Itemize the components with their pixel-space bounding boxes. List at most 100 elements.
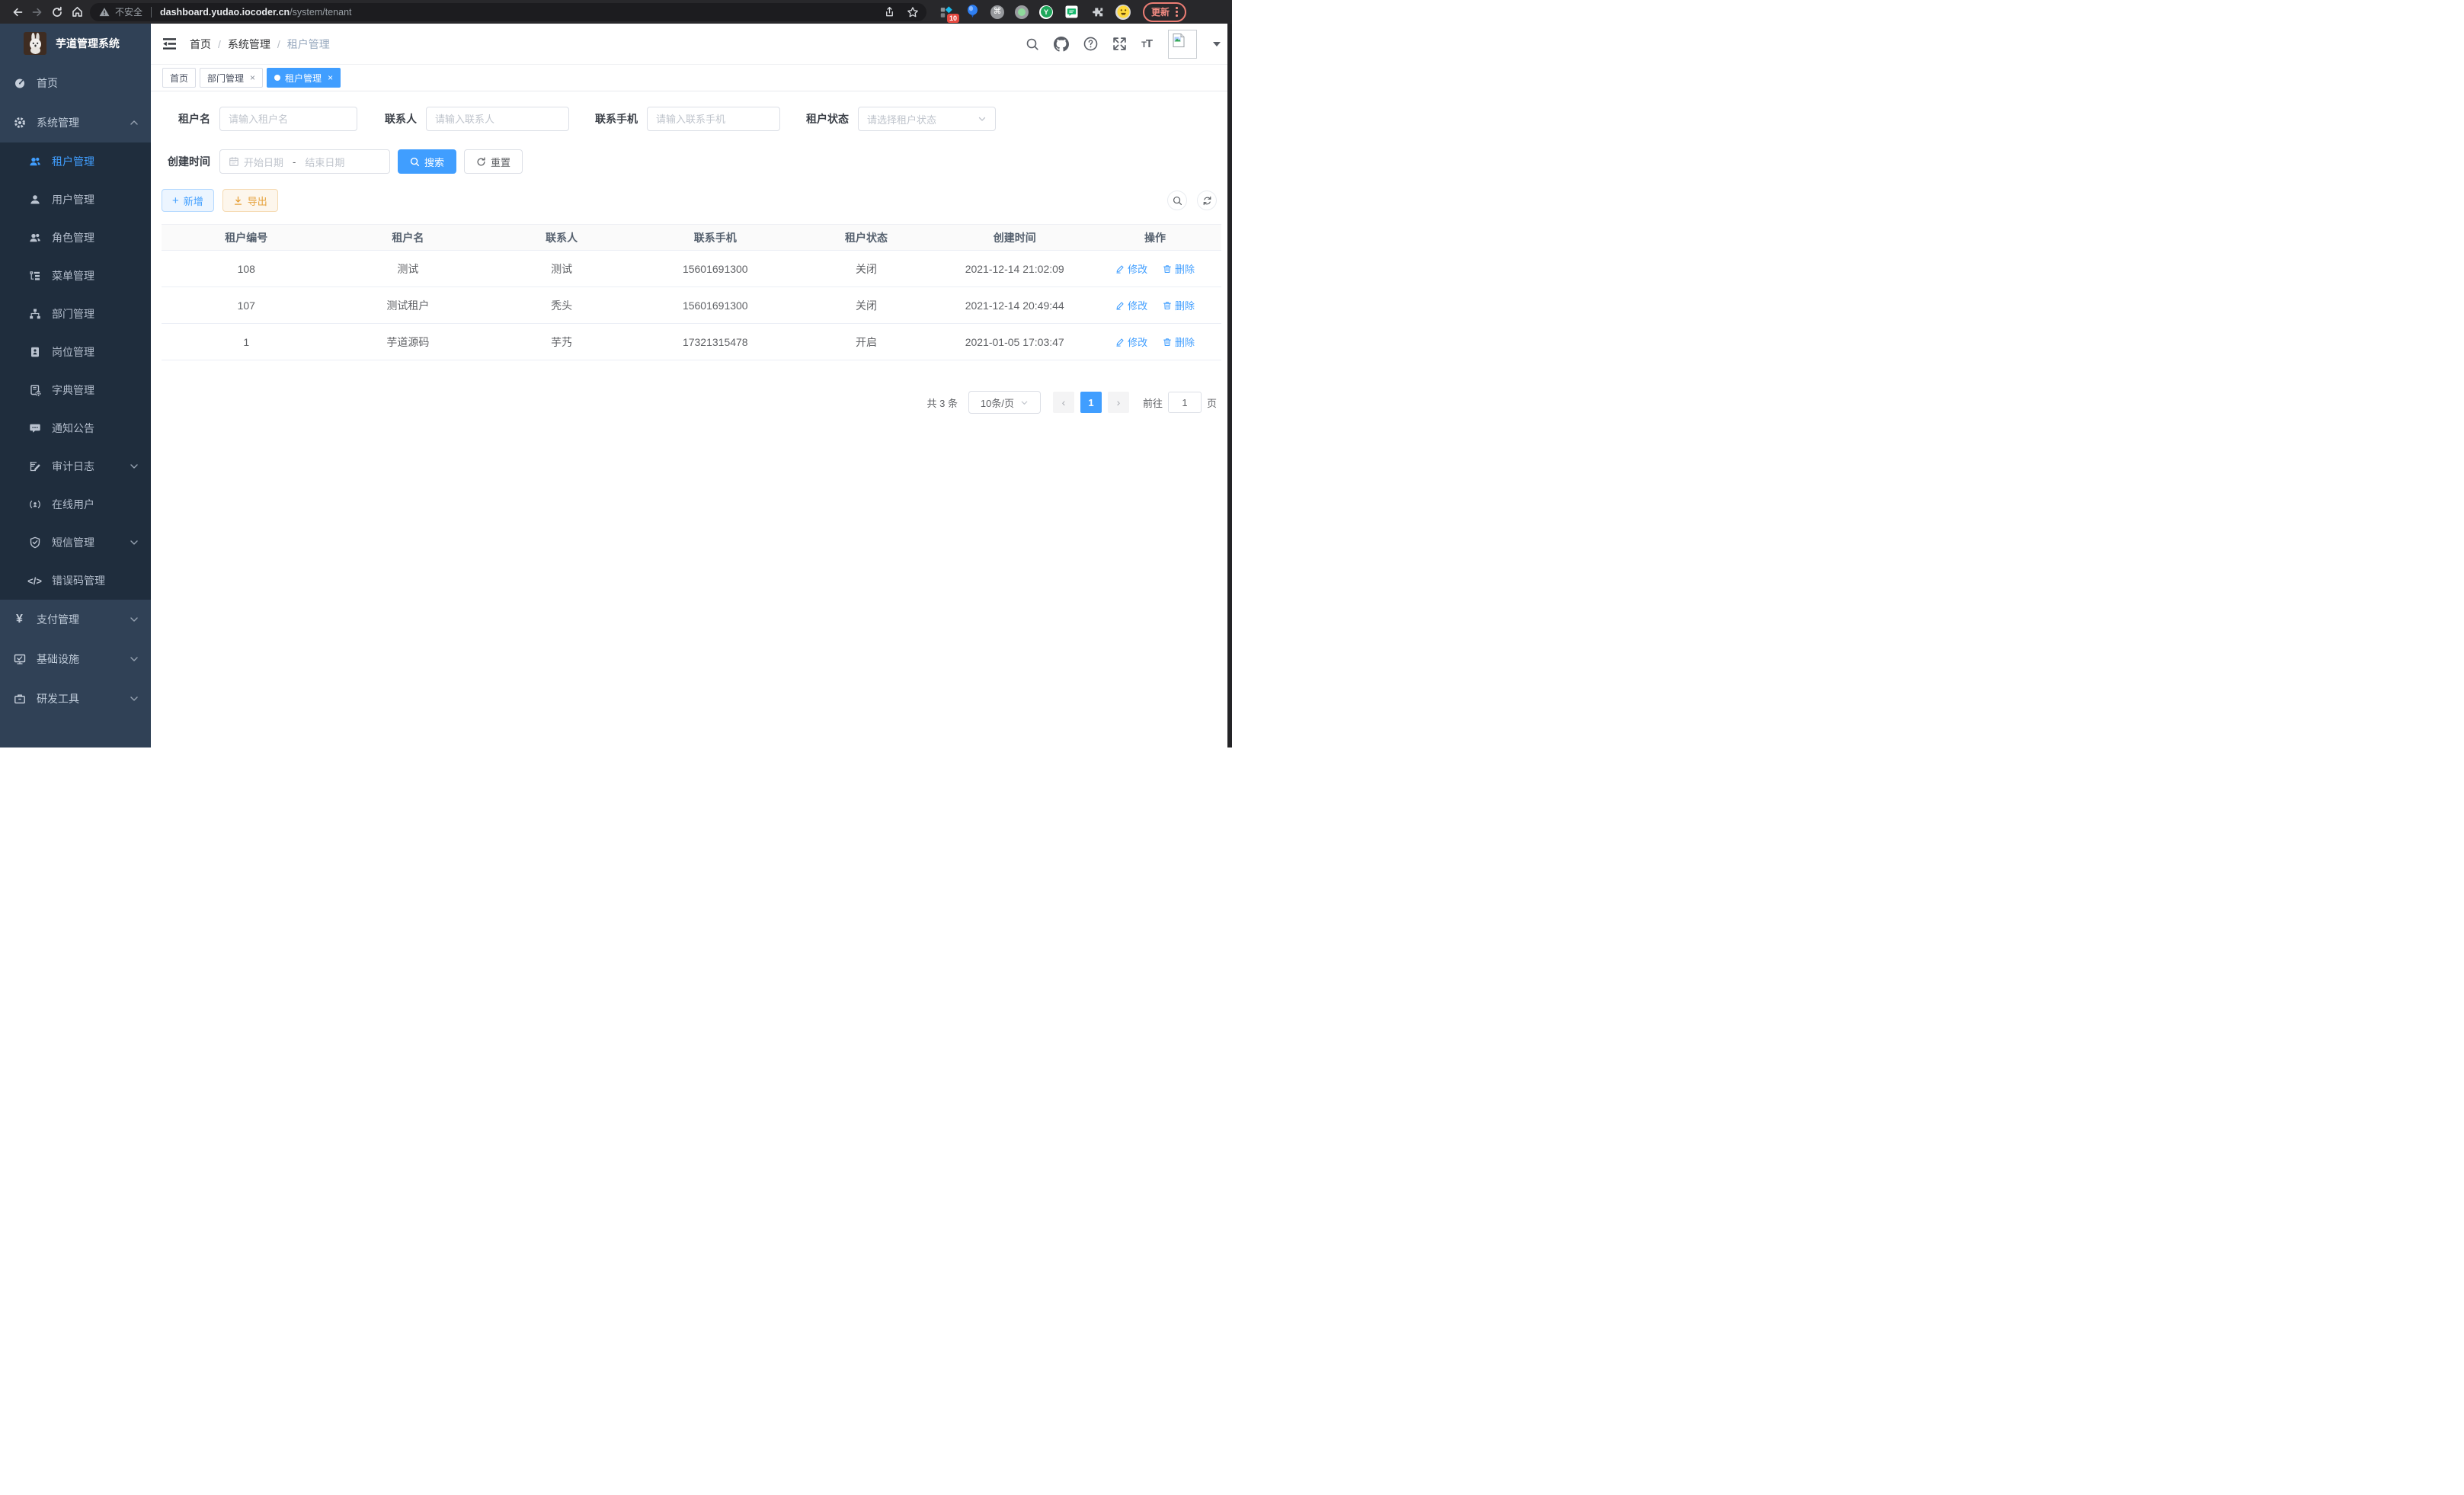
sidebar-item-label: 错误码管理 (52, 573, 105, 588)
trash-icon (1163, 301, 1172, 310)
next-page-button[interactable]: › (1108, 392, 1129, 413)
contact-field[interactable] (426, 107, 569, 131)
sidebar-item-audit-log[interactable]: 审计日志 (0, 447, 151, 485)
tab-home[interactable]: 首页 (162, 68, 196, 88)
sidebar-item-notice[interactable]: 通知公告 (0, 409, 151, 447)
sidebar-collapse-icon[interactable] (162, 37, 177, 50)
sidebar-item-home[interactable]: 首页 (0, 63, 151, 103)
sidebar-item-dev-tools[interactable]: 研发工具 (0, 679, 151, 719)
contact-label: 联系人 (380, 111, 417, 126)
browser-home-button[interactable] (67, 2, 87, 22)
sidebar-item-menu[interactable]: 菜单管理 (0, 257, 151, 295)
breadcrumb-system[interactable]: 系统管理 (228, 37, 270, 52)
extension-grid-icon[interactable]: 10 (939, 5, 954, 20)
sidebar-item-sms[interactable]: 短信管理 (0, 523, 151, 562)
security-label[interactable]: 不安全 (115, 5, 142, 18)
browser-menu-icon[interactable] (1176, 7, 1178, 17)
sidebar-item-dept[interactable]: 部门管理 (0, 295, 151, 333)
font-size-icon[interactable]: TT (1141, 37, 1152, 50)
sidebar-item-online-users[interactable]: 在线用户 (0, 485, 151, 523)
share-button[interactable] (880, 3, 898, 21)
start-date-placeholder[interactable]: 开始日期 (244, 155, 283, 169)
sidebar-item-role[interactable]: 角色管理 (0, 219, 151, 257)
search-button[interactable]: 搜索 (398, 149, 456, 174)
sidebar-item-error-code[interactable]: </> 错误码管理 (0, 562, 151, 600)
extension-chat-icon[interactable] (1064, 5, 1079, 20)
page-size-select[interactable]: 10条/页 (968, 391, 1041, 414)
table-toolbar: + 新增 导出 (162, 189, 1221, 212)
url-bar[interactable]: 不安全 dashboard.yudao.iocoder.cn/system/te… (90, 3, 926, 21)
page-number-1[interactable]: 1 (1080, 392, 1102, 413)
navbar-actions: TT (1026, 30, 1221, 59)
sidebar-item-post[interactable]: 岗位管理 (0, 333, 151, 371)
sidebar-item-payment[interactable]: ¥ 支付管理 (0, 600, 151, 639)
sidebar-item-dict[interactable]: 字典管理 (0, 371, 151, 409)
user-avatar[interactable] (1168, 30, 1197, 59)
toggle-search-button[interactable] (1167, 190, 1187, 210)
browser-scrollbar[interactable] (1227, 24, 1232, 748)
prev-page-button[interactable]: ‹ (1053, 392, 1074, 413)
contact-input[interactable] (435, 114, 560, 125)
edit-label: 修改 (1128, 261, 1147, 276)
header-search-icon[interactable] (1026, 37, 1039, 51)
not-secure-warning-icon[interactable] (99, 7, 110, 17)
mobile-field[interactable] (647, 107, 780, 131)
delete-link[interactable]: 删除 (1163, 261, 1195, 276)
edit-link[interactable]: 修改 (1115, 335, 1147, 349)
profile-avatar-emoji[interactable] (1115, 5, 1131, 20)
sidebar-item-system[interactable]: 系统管理 (0, 103, 151, 142)
date-range-picker[interactable]: 开始日期 - 结束日期 (219, 149, 390, 174)
bookmark-star-button[interactable] (904, 3, 922, 21)
edit-link[interactable]: 修改 (1115, 261, 1147, 276)
breadcrumb: 首页 / 系统管理 / 租户管理 (190, 37, 330, 52)
cell-created: 2021-12-14 20:49:44 (940, 287, 1089, 324)
delete-link[interactable]: 删除 (1163, 298, 1195, 312)
github-icon[interactable] (1054, 37, 1069, 52)
browser-forward-button[interactable] (27, 2, 47, 22)
browser-reload-button[interactable] (47, 2, 67, 22)
date-range-separator: - (288, 156, 300, 168)
tab-dept[interactable]: 部门管理 × (200, 68, 263, 88)
extensions-puzzle-icon[interactable] (1090, 5, 1105, 20)
home-icon (71, 5, 84, 18)
browser-back-button[interactable] (8, 2, 27, 22)
create-time-label: 创建时间 (162, 154, 210, 169)
page-url[interactable]: dashboard.yudao.iocoder.cn/system/tenant (160, 7, 351, 18)
cell-tenant-id: 107 (162, 287, 331, 324)
tenant-name-field[interactable] (219, 107, 357, 131)
cell-tenant-id: 108 (162, 251, 331, 287)
extension-command-icon[interactable]: ⌘ (990, 5, 1004, 19)
extension-y-icon[interactable]: Y (1039, 5, 1053, 19)
mobile-input[interactable] (656, 114, 771, 125)
tab-close-icon[interactable]: × (250, 73, 255, 82)
reset-button[interactable]: 重置 (464, 149, 523, 174)
fullscreen-icon[interactable] (1112, 37, 1127, 51)
help-question-icon[interactable] (1083, 37, 1098, 51)
tab-close-icon[interactable]: × (328, 73, 333, 82)
search-button-label: 搜索 (424, 155, 444, 169)
sidebar-item-tenant[interactable]: 租户管理 (0, 142, 151, 181)
page-content: 租户名 联系人 联系手机 租户状态 请选择租户状态 (151, 91, 1232, 414)
edit-link[interactable]: 修改 (1115, 298, 1147, 312)
tags-view-bar: 首页 部门管理 × 租户管理 × (151, 65, 1232, 91)
extension-green-dot-icon[interactable] (1015, 5, 1029, 19)
extension-balloon-icon[interactable] (965, 5, 980, 20)
end-date-placeholder[interactable]: 结束日期 (305, 155, 344, 169)
sidebar-item-user[interactable]: 用户管理 (0, 181, 151, 219)
delete-link[interactable]: 删除 (1163, 335, 1195, 349)
browser-update-button[interactable]: 更新 (1143, 2, 1186, 22)
tenant-name-input[interactable] (229, 114, 348, 125)
export-button-label: 导出 (248, 194, 267, 208)
add-button-label: 新增 (184, 194, 203, 208)
breadcrumb-home[interactable]: 首页 (190, 37, 211, 52)
app-logo[interactable]: 芋道管理系统 (0, 24, 151, 63)
goto-page-input[interactable] (1168, 392, 1202, 413)
status-select[interactable]: 请选择租户状态 (858, 107, 996, 131)
sidebar-item-infrastructure[interactable]: 基础设施 (0, 639, 151, 679)
avatar-dropdown-caret-icon[interactable] (1213, 42, 1221, 46)
export-button[interactable]: 导出 (222, 189, 278, 212)
tab-tenant[interactable]: 租户管理 × (267, 68, 341, 88)
add-button[interactable]: + 新增 (162, 189, 214, 212)
refresh-table-button[interactable] (1197, 190, 1217, 210)
col-created: 创建时间 (940, 225, 1089, 251)
